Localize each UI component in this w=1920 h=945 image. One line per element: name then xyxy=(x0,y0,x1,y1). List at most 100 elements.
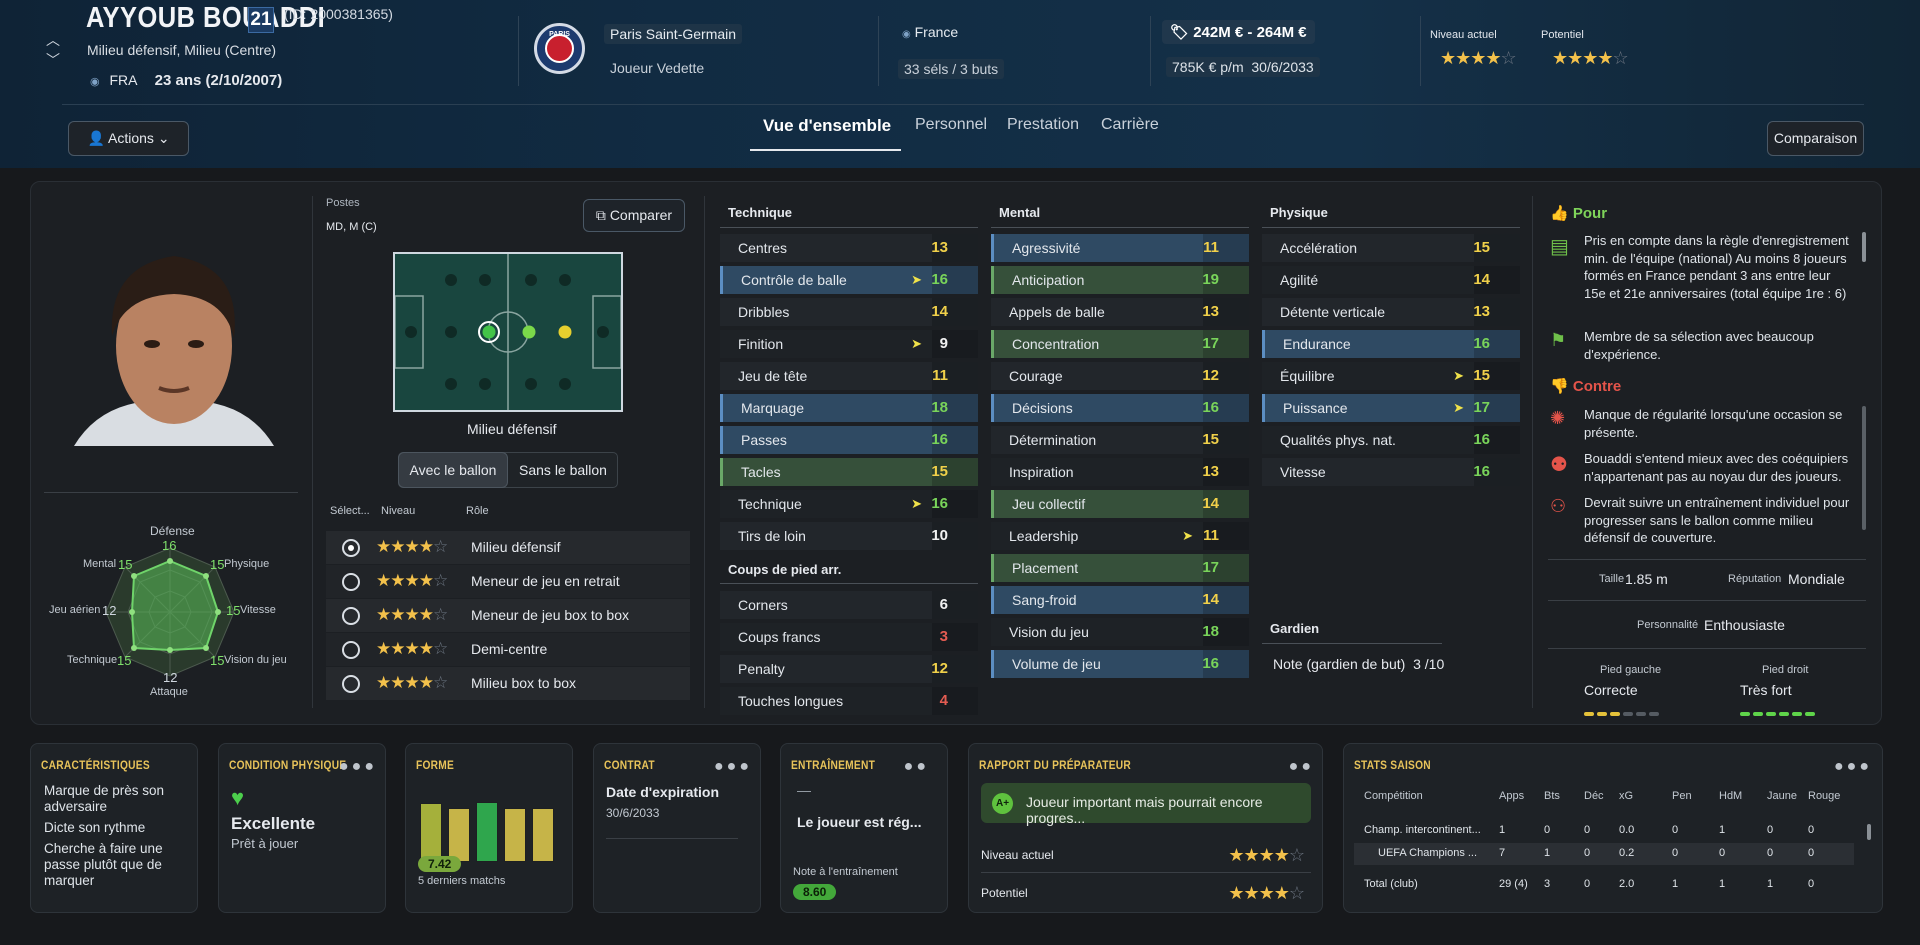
mental-row[interactable]: Jeu collectif 14 xyxy=(991,490,1249,518)
mental-row[interactable]: Inspiration 13 xyxy=(991,458,1249,486)
role-row[interactable]: ★★★★☆ Milieu box to box xyxy=(326,667,690,700)
mental-row[interactable]: Vision du jeu 18 xyxy=(991,618,1249,646)
country[interactable]: ◉ France xyxy=(902,24,958,40)
attribute-name: Équilibre xyxy=(1280,368,1335,384)
mental-row[interactable]: Appels de balle 13 xyxy=(991,298,1249,326)
mental-row[interactable]: Volume de jeu 16 xyxy=(991,650,1249,678)
technique-row[interactable]: Tirs de loin 10 xyxy=(720,522,978,550)
market-value[interactable]: 🏷 242M € - 264M € xyxy=(1162,20,1315,44)
setpiece-row[interactable]: Coups francs 3 xyxy=(720,623,978,651)
technique-row[interactable]: Passes 16 xyxy=(720,426,978,454)
technique-row[interactable]: Finition ➤ 9 xyxy=(720,330,978,358)
physique-row[interactable]: Puissance ➤ 17 xyxy=(1262,394,1520,422)
position-pitch[interactable] xyxy=(393,252,623,412)
fitness-card[interactable]: CONDITION PHYSIQUE ●●● ♥ Excellente Prêt… xyxy=(218,743,386,913)
pager-dots[interactable]: ●● xyxy=(904,758,929,776)
physique-row[interactable]: Accélération 15 xyxy=(1262,234,1520,262)
attribute-name: Décisions xyxy=(1012,400,1073,416)
setpiece-row[interactable]: Corners 6 xyxy=(720,591,978,619)
coach-report-card[interactable]: RAPPORT DU PRÉPARATEUR ●● A+ Joueur impo… xyxy=(968,743,1323,913)
setpiece-row[interactable]: Touches longues 4 xyxy=(720,687,978,715)
tab-overview[interactable]: Vue d'ensemble xyxy=(763,116,891,136)
positions-value: MD, M (C) xyxy=(326,221,377,233)
technique-row[interactable]: Marquage 18 xyxy=(720,394,978,422)
mental-row[interactable]: Anticipation 19 xyxy=(991,266,1249,294)
physique-row[interactable]: Vitesse 16 xyxy=(1262,458,1520,486)
mental-row[interactable]: Agressivité 11 xyxy=(991,234,1249,262)
report-potential-label: Potentiel xyxy=(981,886,1028,900)
pager-dots[interactable]: ●● xyxy=(1289,758,1314,776)
physique-row[interactable]: Endurance 16 xyxy=(1262,330,1520,358)
cons-title: Contre xyxy=(1572,378,1622,395)
contract-label: Date d'expiration xyxy=(606,784,720,800)
chevron-down-icon[interactable]: ﹀ xyxy=(46,50,60,70)
technique-row[interactable]: Jeu de tête 11 xyxy=(720,362,978,390)
role-radio[interactable] xyxy=(342,573,360,591)
technique-row[interactable]: Centres 13 xyxy=(720,234,978,262)
attribute-value: 12 xyxy=(931,660,948,677)
role-radio[interactable] xyxy=(342,607,360,625)
thumbs-down-icon: 👎 xyxy=(1550,378,1569,395)
attribute-value: 10 xyxy=(931,527,948,544)
season-stats-card[interactable]: STATS SAISON ●●● Compétition Apps Bts Déc xG… xyxy=(1343,743,1883,913)
comparison-button[interactable]: Comparaison xyxy=(1767,121,1864,156)
role-radio[interactable] xyxy=(342,641,360,659)
pager-dots[interactable]: ●●● xyxy=(714,758,752,776)
report-summary: A+ Joueur important mais pourrait encore… xyxy=(981,783,1311,826)
stats-cell: 0 xyxy=(1584,847,1591,859)
setpiece-row[interactable]: Penalty 12 xyxy=(720,655,978,683)
mental-row[interactable]: Concentration 17 xyxy=(991,330,1249,358)
mental-row[interactable]: Placement 17 xyxy=(991,554,1249,582)
tab-prestation[interactable]: Prestation xyxy=(1007,116,1079,134)
stats-scrollbar[interactable] xyxy=(1867,824,1871,840)
contract-card[interactable]: CONTRAT ●●● Date d'expiration 30/6/2033 xyxy=(593,743,761,913)
role-row[interactable]: ★★★★☆ Demi-centre xyxy=(326,633,690,666)
with-ball-toggle[interactable]: Avec le ballon xyxy=(398,452,508,488)
pager-dots[interactable]: ●●● xyxy=(339,758,377,776)
physique-row[interactable]: Qualités phys. nat. 16 xyxy=(1262,426,1520,454)
actions-button[interactable]: 👤 Actions ⌄ xyxy=(68,121,189,156)
physique-row[interactable]: Agilité 14 xyxy=(1262,266,1520,294)
physique-row[interactable]: Détente verticale 13 xyxy=(1262,298,1520,326)
stats-row[interactable]: Champ. intercontinent... 1 0 0 0.0 0 1 0 0 xyxy=(1354,820,1854,842)
stats-row[interactable]: Total (club) 29 (4) 3 0 2.0 1 1 1 0 xyxy=(1354,874,1854,896)
role-row[interactable]: ★★★★☆ Meneur de jeu box to box xyxy=(326,599,690,632)
right-foot-bar xyxy=(1740,703,1818,721)
stats-cell: 1 xyxy=(1544,847,1551,859)
attribute-value: 11 xyxy=(1203,527,1219,544)
mental-row[interactable]: Sang-froid 14 xyxy=(991,586,1249,614)
mental-row[interactable]: Décisions 16 xyxy=(991,394,1249,422)
attribute-value: 18 xyxy=(1202,623,1219,640)
technique-row[interactable]: Dribbles 14 xyxy=(720,298,978,326)
gk-rating-value: 3 /10 xyxy=(1413,656,1445,672)
mental-row[interactable]: Détermination 15 xyxy=(991,426,1249,454)
stats-row[interactable]: UEFA Champions ... 7 1 0 0.2 0 0 0 0 xyxy=(1354,843,1854,865)
cons-scrollbar[interactable] xyxy=(1862,406,1866,530)
technique-row[interactable]: Contrôle de balle ➤ 16 xyxy=(720,266,978,294)
pros-scrollbar[interactable] xyxy=(1862,232,1866,262)
tab-carriere[interactable]: Carrière xyxy=(1101,116,1159,134)
characteristics-card[interactable]: CARACTÉRISTIQUES Marque de près son adve… xyxy=(30,743,198,913)
pager-dots[interactable]: ●●● xyxy=(1834,758,1872,776)
without-ball-toggle[interactable]: Sans le ballon xyxy=(508,452,618,488)
mental-row[interactable]: Courage 12 xyxy=(991,362,1249,390)
tab-personnel[interactable]: Personnel xyxy=(915,116,987,134)
compare-button[interactable]: ⧉ Comparer xyxy=(583,199,685,232)
club-logo[interactable]: PARIS xyxy=(534,23,585,74)
attribute-name: Inspiration xyxy=(1009,464,1074,480)
attribute-value: 17 xyxy=(1202,559,1219,576)
technique-row[interactable]: Tacles 15 xyxy=(720,458,978,486)
technique-row[interactable]: Technique ➤ 16 xyxy=(720,490,978,518)
role-radio[interactable] xyxy=(342,675,360,693)
chevron-up-icon[interactable]: ︿ xyxy=(46,30,60,50)
mental-row[interactable]: Leadership ➤ 11 xyxy=(991,522,1249,550)
role-row[interactable]: ★★★★☆ Milieu défensif xyxy=(326,531,690,564)
role-radio[interactable] xyxy=(342,539,360,557)
role-row[interactable]: ★★★★☆ Meneur de jeu en retrait xyxy=(326,565,690,598)
training-card[interactable]: ENTRAÎNEMENT ●● — Le joueur est rég... N… xyxy=(780,743,948,913)
col-select: Sélect... xyxy=(330,505,370,517)
club-name[interactable]: Paris Saint-Germain xyxy=(604,24,743,44)
form-card[interactable]: FORME 7.42 5 derniers matchs xyxy=(405,743,573,913)
physique-row[interactable]: Équilibre ➤ 15 xyxy=(1262,362,1520,390)
attribute-value: 14 xyxy=(1202,495,1219,512)
